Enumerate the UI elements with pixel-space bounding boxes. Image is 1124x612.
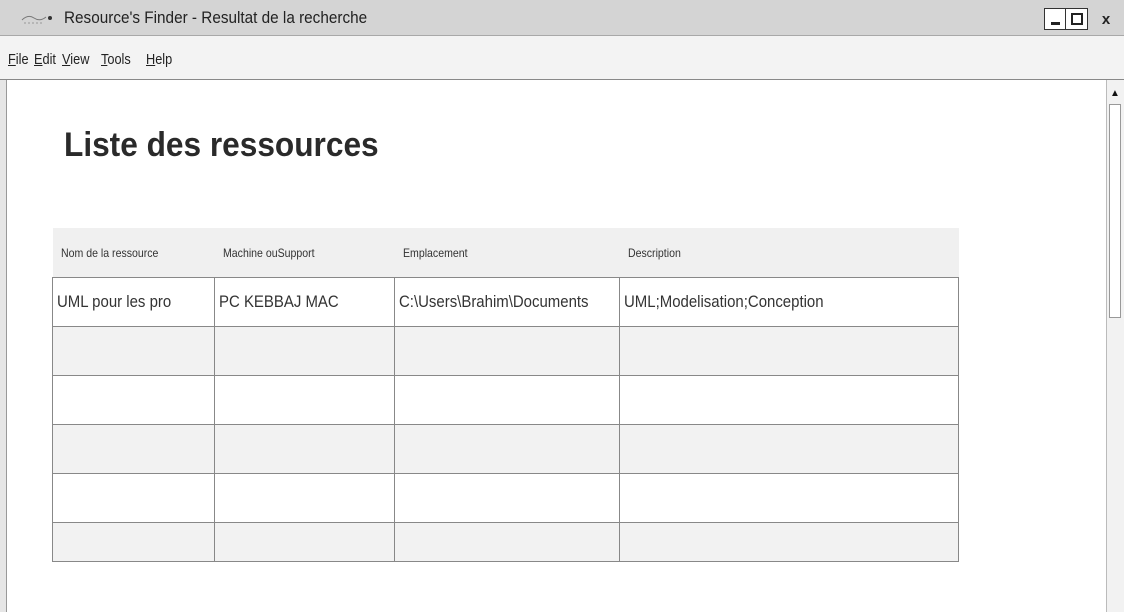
maximize-button[interactable] (1066, 8, 1088, 30)
table-row[interactable] (52, 473, 959, 523)
menu-bar: File Edit View Tools Help (0, 36, 1124, 80)
table-row[interactable] (52, 424, 959, 474)
close-button[interactable]: x (1094, 8, 1118, 30)
cell-name[interactable] (52, 326, 215, 376)
minimize-button[interactable] (1044, 8, 1066, 30)
cell-name[interactable] (52, 473, 215, 523)
cell-location[interactable] (394, 473, 620, 523)
cell-machine[interactable] (214, 522, 395, 562)
cell-name[interactable]: UML pour les pro (52, 277, 215, 327)
vertical-scrollbar[interactable]: ▲ (1106, 80, 1124, 612)
scroll-up-arrow-icon[interactable]: ▲ (1110, 88, 1120, 99)
menu-tools[interactable]: Tools (101, 51, 131, 68)
menu-edit[interactable]: Edit (34, 51, 56, 68)
app-logo-icon (21, 15, 52, 24)
title-bar: Resource's Finder - Resultat de la reche… (0, 0, 1124, 36)
column-header-name[interactable]: Nom de la ressource (52, 228, 215, 278)
window-left-edge (0, 80, 7, 612)
cell-location[interactable]: C:\Users\Brahim\Documents (394, 277, 620, 327)
cell-location[interactable] (394, 522, 620, 562)
cell-machine[interactable] (214, 424, 395, 474)
column-header-location[interactable]: Emplacement (394, 228, 620, 278)
cell-location[interactable] (394, 326, 620, 376)
table-row[interactable] (52, 326, 959, 376)
table-row[interactable] (52, 375, 959, 425)
cell-location[interactable] (394, 424, 620, 474)
column-header-description[interactable]: Description (619, 228, 959, 278)
cell-description[interactable] (619, 424, 959, 474)
table-header-row: Nom de la ressource Machine ouSupport Em… (52, 228, 959, 278)
table-row[interactable]: UML pour les pro PC KEBBAJ MAC C:\Users\… (52, 277, 959, 327)
table-row[interactable] (52, 522, 959, 562)
cell-machine[interactable] (214, 473, 395, 523)
cell-machine[interactable]: PC KEBBAJ MAC (214, 277, 395, 327)
page-title: Liste des ressources (64, 126, 379, 164)
menu-view[interactable]: View (62, 51, 89, 68)
cell-description[interactable] (619, 326, 959, 376)
cell-name[interactable] (52, 522, 215, 562)
menu-file[interactable]: File (8, 51, 29, 68)
maximize-icon (1070, 13, 1083, 25)
minimize-icon (1050, 21, 1060, 25)
cell-name[interactable] (52, 424, 215, 474)
column-header-machine[interactable]: Machine ouSupport (214, 228, 395, 278)
cell-description[interactable] (619, 473, 959, 523)
cell-machine[interactable] (214, 375, 395, 425)
window-title: Resource's Finder - Resultat de la reche… (64, 8, 368, 27)
menu-help[interactable]: Help (146, 51, 172, 68)
cell-machine[interactable] (214, 326, 395, 376)
cell-description[interactable] (619, 522, 959, 562)
scroll-thumb[interactable] (1109, 104, 1121, 318)
cell-description[interactable] (619, 375, 959, 425)
resources-table: Nom de la ressource Machine ouSupport Em… (52, 228, 959, 562)
cell-description[interactable]: UML;Modelisation;Conception (619, 277, 959, 327)
cell-name[interactable] (52, 375, 215, 425)
cell-location[interactable] (394, 375, 620, 425)
